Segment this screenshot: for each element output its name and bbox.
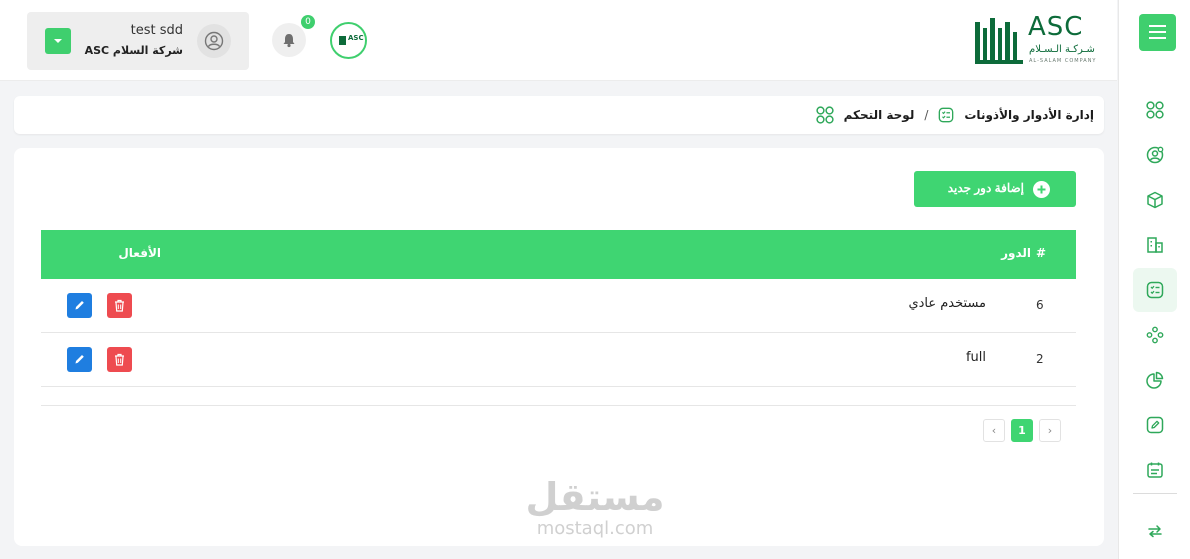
pie-chart-icon bbox=[1146, 371, 1164, 389]
row-id: 2 bbox=[1036, 352, 1044, 366]
breadcrumb-home-link[interactable]: لوحة التحكم bbox=[844, 108, 915, 122]
pencil-icon bbox=[75, 301, 84, 310]
roles-icon bbox=[939, 107, 954, 123]
user-settings-icon bbox=[1146, 146, 1164, 164]
sidebar-item-dashboard[interactable] bbox=[1141, 96, 1169, 124]
notification-badge: 0 bbox=[301, 15, 315, 29]
sidebar-item-edit[interactable] bbox=[1141, 411, 1169, 439]
delete-button[interactable] bbox=[107, 347, 132, 372]
plus-circle-icon bbox=[1033, 181, 1050, 198]
sidebar-item-buildings[interactable] bbox=[1141, 231, 1169, 259]
dashboard-icon bbox=[1146, 101, 1164, 119]
pagination-next-button[interactable]: › bbox=[1039, 419, 1061, 442]
watermark-english: mostaql.com bbox=[536, 518, 654, 539]
breadcrumb-separator: / bbox=[924, 108, 929, 122]
table-footer-divider bbox=[41, 405, 1076, 406]
sidebar-item-schedule[interactable] bbox=[1141, 456, 1169, 484]
brand-logo[interactable]: ASC شـركـة الـسـلام AL-SALAM COMPANY bbox=[975, 12, 1097, 66]
pencil-icon bbox=[75, 355, 84, 364]
column-header-role: الدور bbox=[1001, 246, 1031, 260]
logo-mark bbox=[339, 36, 346, 45]
add-role-label: إضافة دور جديد bbox=[947, 181, 1024, 195]
edit-button[interactable] bbox=[67, 293, 92, 318]
caret-down-icon bbox=[54, 39, 62, 43]
brand-asc: ASC bbox=[1028, 12, 1084, 42]
brand-arabic: شـركـة الـسـلام bbox=[1029, 44, 1095, 55]
breadcrumb-current: إدارة الأدوار والأذونات bbox=[964, 108, 1094, 122]
users-group-icon bbox=[1146, 326, 1164, 344]
table-row: 2 full bbox=[41, 333, 1076, 387]
watermark-arabic: مستقل bbox=[525, 475, 665, 519]
table-header: # الدور الأفعال bbox=[41, 230, 1076, 279]
roles-icon bbox=[1146, 281, 1164, 299]
package-icon bbox=[1147, 191, 1163, 209]
user-circle-icon bbox=[204, 31, 224, 51]
row-role-name: full bbox=[965, 350, 986, 365]
sidebar bbox=[1118, 0, 1190, 559]
breadcrumb: لوحة التحكم / إدارة الأدوار والأذونات bbox=[14, 96, 1104, 134]
notifications-button[interactable] bbox=[272, 23, 306, 57]
user-name: test sdd bbox=[130, 23, 183, 38]
pagination-prev-button[interactable]: ‹ bbox=[983, 419, 1005, 442]
brand-english: AL-SALAM COMPANY bbox=[1029, 58, 1097, 64]
sidebar-item-switch[interactable] bbox=[1141, 517, 1169, 545]
pagination-page-1[interactable]: 1 bbox=[1011, 419, 1033, 442]
trash-icon bbox=[115, 299, 124, 312]
menu-icon bbox=[1149, 25, 1166, 39]
mini-logo-text: ASC bbox=[348, 34, 364, 42]
column-header-index: # bbox=[1036, 246, 1047, 260]
sidebar-item-roles[interactable] bbox=[1133, 268, 1177, 312]
avatar[interactable] bbox=[197, 24, 231, 58]
menu-toggle-button[interactable] bbox=[1139, 14, 1176, 51]
edit-button[interactable] bbox=[67, 347, 92, 372]
chevron-left-icon: ‹ bbox=[991, 424, 997, 437]
user-dropdown-button[interactable] bbox=[45, 28, 71, 54]
table-row: 6 مستخدم عادي bbox=[41, 279, 1076, 333]
dashboard-icon bbox=[815, 106, 834, 124]
delete-button[interactable] bbox=[107, 293, 132, 318]
swap-arrows-icon bbox=[1148, 525, 1162, 538]
row-id: 6 bbox=[1036, 298, 1044, 312]
top-header: test sdd شركة السلام ASC 0 ASC ASC شـركـ… bbox=[0, 0, 1117, 81]
trash-icon bbox=[115, 353, 124, 366]
calendar-list-icon bbox=[1147, 462, 1163, 478]
sidebar-item-users-group[interactable] bbox=[1141, 321, 1169, 349]
building-icon bbox=[1147, 237, 1163, 253]
edit-document-icon bbox=[1146, 416, 1164, 434]
page-number: 1 bbox=[1018, 424, 1026, 437]
pagination: ‹ 1 › bbox=[983, 419, 1061, 443]
brand-mark-icon bbox=[975, 18, 1023, 64]
user-company: شركة السلام ASC bbox=[84, 44, 183, 57]
company-logo-small[interactable]: ASC bbox=[330, 22, 367, 59]
watermark: مستقل mostaql.com bbox=[520, 476, 670, 540]
chevron-right-icon: › bbox=[1047, 424, 1053, 437]
user-menu[interactable]: test sdd شركة السلام ASC bbox=[27, 12, 249, 70]
add-role-button[interactable]: إضافة دور جديد bbox=[914, 171, 1076, 207]
row-role-name: مستخدم عادي bbox=[908, 296, 986, 311]
column-header-actions: الأفعال bbox=[118, 246, 161, 260]
sidebar-item-packages[interactable] bbox=[1141, 186, 1169, 214]
sidebar-item-reports[interactable] bbox=[1141, 366, 1169, 394]
sidebar-divider bbox=[1133, 493, 1177, 494]
sidebar-item-user-settings[interactable] bbox=[1141, 141, 1169, 169]
bell-icon bbox=[283, 34, 295, 48]
